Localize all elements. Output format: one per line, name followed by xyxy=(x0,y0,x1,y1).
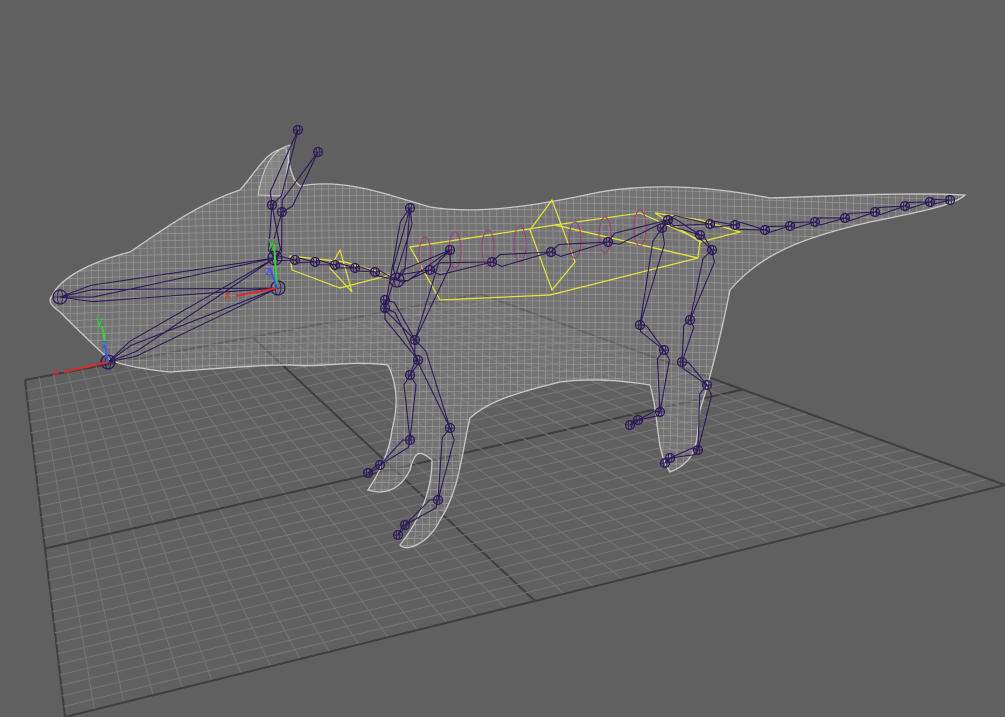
mesh-edge xyxy=(749,148,757,548)
mesh-edge xyxy=(819,148,827,548)
mesh-edge xyxy=(50,523,966,539)
joint xyxy=(292,124,304,136)
mesh-edge xyxy=(791,148,799,548)
mesh-edge xyxy=(30,132,990,146)
grid-line xyxy=(64,484,1005,717)
mesh-edge xyxy=(50,509,966,525)
mesh-edge xyxy=(50,397,966,413)
mesh-edge xyxy=(50,180,966,196)
grid-line xyxy=(54,436,874,634)
mesh-edge xyxy=(56,148,64,548)
grid-line xyxy=(58,454,924,665)
jaw-x-axis-label: x xyxy=(53,365,60,379)
mesh-edge xyxy=(889,148,897,548)
joint xyxy=(312,146,324,158)
mesh-edge xyxy=(974,120,980,560)
mesh-edge xyxy=(854,148,862,548)
mesh-edge xyxy=(50,425,966,441)
mesh-edge xyxy=(903,148,911,548)
mesh-edge xyxy=(770,148,778,548)
grid-line xyxy=(61,466,956,686)
mesh-edge xyxy=(50,173,966,189)
mesh-edge xyxy=(50,148,57,548)
head-z-axis-label: z xyxy=(265,264,271,278)
mesh-edge xyxy=(50,159,966,175)
jaw-y-axis-label: y xyxy=(96,314,103,328)
mesh-edge xyxy=(952,148,960,548)
head-x-axis-label: x xyxy=(224,288,231,302)
mesh-edge xyxy=(896,148,904,548)
mesh-edge xyxy=(945,148,953,548)
mesh-edge xyxy=(763,148,771,548)
mesh-edge xyxy=(50,166,966,182)
3d-viewport[interactable]: x y z x y z xyxy=(0,0,1005,717)
mesh-edge xyxy=(50,148,966,161)
mesh-edge xyxy=(50,488,966,504)
mesh-edge xyxy=(50,152,966,168)
mesh-edge xyxy=(812,148,820,548)
wolf-wireframe-mesh[interactable] xyxy=(30,120,990,566)
joint xyxy=(392,529,404,541)
mesh-edge xyxy=(721,148,729,548)
mesh-edge xyxy=(742,148,750,548)
mesh-edge xyxy=(728,148,736,548)
mesh-edge xyxy=(861,148,869,548)
mesh-edge xyxy=(826,148,834,548)
mesh-edge xyxy=(847,148,855,548)
mesh-edge xyxy=(50,148,966,154)
mesh-edge xyxy=(875,148,883,548)
mesh-edge xyxy=(30,552,990,566)
mesh-edge xyxy=(917,148,925,548)
head-y-axis-label: y xyxy=(268,235,275,249)
mesh-edge xyxy=(910,148,918,548)
mesh-edge xyxy=(833,148,841,548)
viewport-scene[interactable]: x y z x y z xyxy=(0,0,1005,717)
mesh-edge xyxy=(784,148,792,548)
mesh-edge xyxy=(50,544,966,548)
jaw-z-axis-label: z xyxy=(101,337,107,351)
mesh-edge xyxy=(868,148,876,548)
mesh-edge xyxy=(938,148,946,548)
mesh-edge xyxy=(70,148,78,548)
mesh-edge xyxy=(50,530,966,546)
mesh-edge xyxy=(735,148,743,548)
mesh-edge xyxy=(63,148,71,548)
mesh-edge xyxy=(805,148,813,548)
mesh-edge xyxy=(777,148,785,548)
grid-line xyxy=(62,472,973,697)
